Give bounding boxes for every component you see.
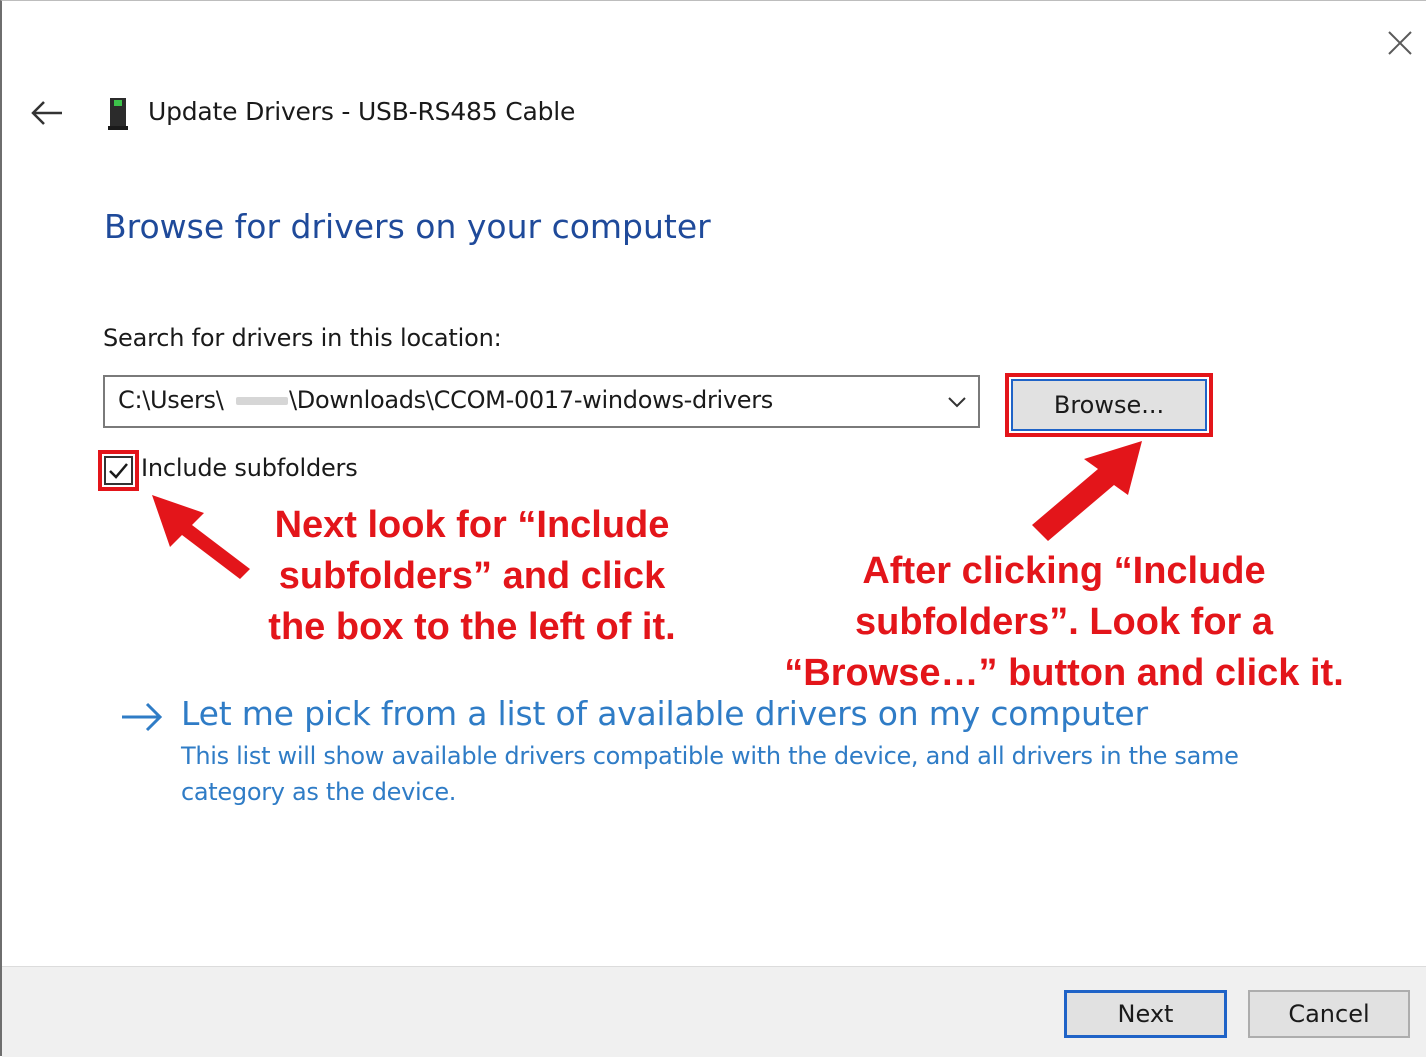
include-subfolders-label[interactable]: Include subfolders (141, 454, 358, 482)
include-subfolders-checkbox[interactable] (104, 456, 133, 485)
path-text-start: C:\Users\ (118, 386, 224, 414)
window-title: Update Drivers - USB-RS485 Cable (148, 97, 576, 126)
right-arrow-icon (122, 702, 163, 732)
annotation-right: After clicking “Include subfolders”. Loo… (762, 546, 1366, 699)
annotation-left: Next look for “Include subfolders” and c… (224, 500, 720, 653)
annotation-right-line-1: After clicking “Include (862, 550, 1266, 592)
annotation-left-line-2: subfolders” and click (278, 555, 666, 597)
browse-button[interactable]: Browse... (1011, 379, 1207, 431)
checkmark-icon (109, 463, 128, 479)
pick-from-list-title[interactable]: Let me pick from a list of available dri… (181, 694, 1148, 733)
usb-device-icon (106, 96, 130, 132)
pick-from-list-description: This list will show available drivers co… (181, 742, 1239, 806)
back-button[interactable] (28, 95, 68, 131)
annotation-left-line-1: Next look for “Include (274, 504, 670, 546)
annotation-right-line-3: “Browse…” button and click it. (784, 652, 1344, 694)
back-arrow-icon (31, 101, 62, 125)
annotation-arrow-right-icon (1032, 441, 1142, 541)
annotation-left-line-3: the box to the left of it. (268, 606, 676, 648)
driver-path-combobox[interactable]: C:\Users\ \Downloads\CCOM-0017-windows-d… (103, 375, 980, 428)
next-button[interactable]: Next (1064, 990, 1227, 1038)
dialog-footer: Next Cancel (2, 966, 1426, 1057)
cancel-button[interactable]: Cancel (1248, 990, 1410, 1038)
path-text-end: \Downloads\CCOM-0017-windows-drivers (289, 386, 774, 414)
redacted-username (236, 397, 288, 405)
update-drivers-dialog: Update Drivers - USB-RS485 Cable Browse … (0, 0, 1426, 1057)
search-location-label: Search for drivers in this location: (103, 324, 502, 352)
annotation-right-line-2: subfolders”. Look for a (854, 601, 1274, 643)
close-button[interactable] (1378, 23, 1422, 63)
close-icon (1388, 31, 1412, 55)
page-heading: Browse for drivers on your computer (104, 207, 711, 246)
chevron-down-icon[interactable] (944, 389, 970, 415)
